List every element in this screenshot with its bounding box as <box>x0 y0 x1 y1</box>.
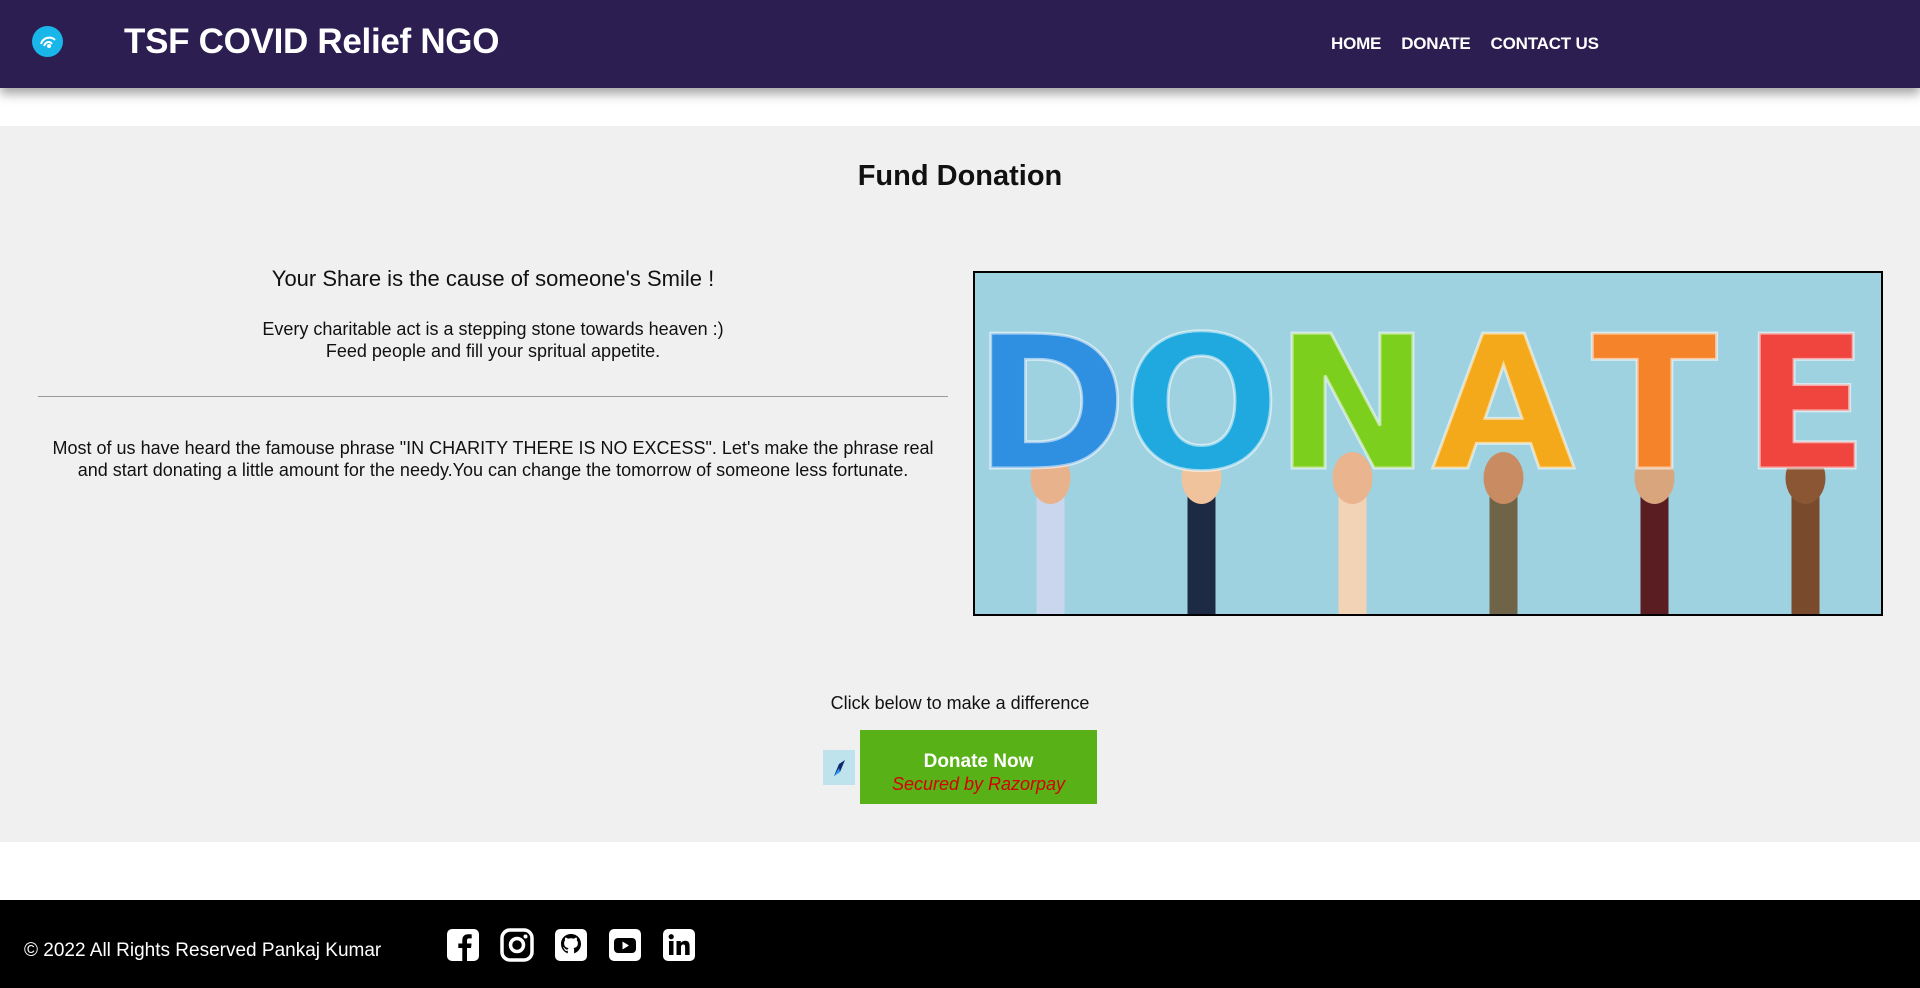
cta-text: Click below to make a difference <box>830 693 1090 713</box>
copyright-text: © 2022 All Rights Reserved Pankaj Kumar <box>24 940 382 961</box>
donate-now-label: Donate Now <box>923 751 1034 772</box>
github-icon[interactable] <box>553 927 588 962</box>
relief-logo-icon[interactable] <box>32 26 63 57</box>
site-title[interactable]: TSF COVID Relief NGO <box>124 22 499 62</box>
nav-home[interactable]: HOME <box>1331 34 1381 54</box>
divider <box>38 396 948 397</box>
razorpay-icon <box>823 750 855 785</box>
page-title: Fund Donation <box>857 160 1063 192</box>
nav-contact-us[interactable]: CONTACT US <box>1491 34 1599 54</box>
balloon-letter-d: D <box>975 295 1129 614</box>
svg-text:D: D <box>975 296 1127 512</box>
razorpay-secured-label: Secured by Razorpay <box>891 774 1066 794</box>
tagline: Your Share is the cause of someone's Smi… <box>271 266 715 291</box>
balloon-letter-a: A <box>1430 295 1577 614</box>
nav-donate[interactable]: DONATE <box>1401 34 1471 54</box>
site-footer: © 2022 All Rights Reserved Pankaj Kumar <box>0 900 1920 988</box>
balloon-letter-o: O <box>1121 295 1282 614</box>
instagram-icon[interactable] <box>499 927 534 962</box>
linkedin-icon[interactable] <box>661 927 696 962</box>
facebook-icon[interactable] <box>445 927 480 962</box>
balloon-letter-n: N <box>1274 295 1431 614</box>
svg-text:A: A <box>1432 296 1575 512</box>
charity-paragraph: Most of us have heard the famouse phrase… <box>52 438 934 480</box>
donate-balloons-illustration: DON A T E <box>975 295 1870 614</box>
donation-intro: Your Share is the cause of someone's Smi… <box>38 266 948 481</box>
social-links <box>445 927 696 962</box>
donation-section: Fund Donation Your Share is the cause of… <box>0 126 1920 842</box>
svg-text:T: T <box>1591 296 1717 512</box>
donate-hero-image: DONATE <box>973 271 1883 616</box>
subtitle-line-1: Every charitable act is a stepping stone… <box>262 319 724 339</box>
main-nav: HOME DONATE CONTACT US <box>1331 34 1599 54</box>
youtube-icon[interactable] <box>607 927 642 962</box>
balloon-letter-e: E <box>1741 295 1870 614</box>
site-header: TSF COVID Relief NGO HOME DONATE CONTACT… <box>0 0 1920 88</box>
svg-text:N: N <box>1275 296 1430 512</box>
svg-text:E: E <box>1742 296 1868 512</box>
subtitle: Every charitable act is a stepping stone… <box>38 318 948 362</box>
subtitle-line-2: Feed people and fill your spritual appet… <box>325 341 661 361</box>
donate-now-button[interactable]: Donate Now Secured by Razorpay <box>860 730 1097 804</box>
balloon-letter-t: T <box>1590 295 1719 614</box>
svg-text:O: O <box>1123 296 1280 512</box>
